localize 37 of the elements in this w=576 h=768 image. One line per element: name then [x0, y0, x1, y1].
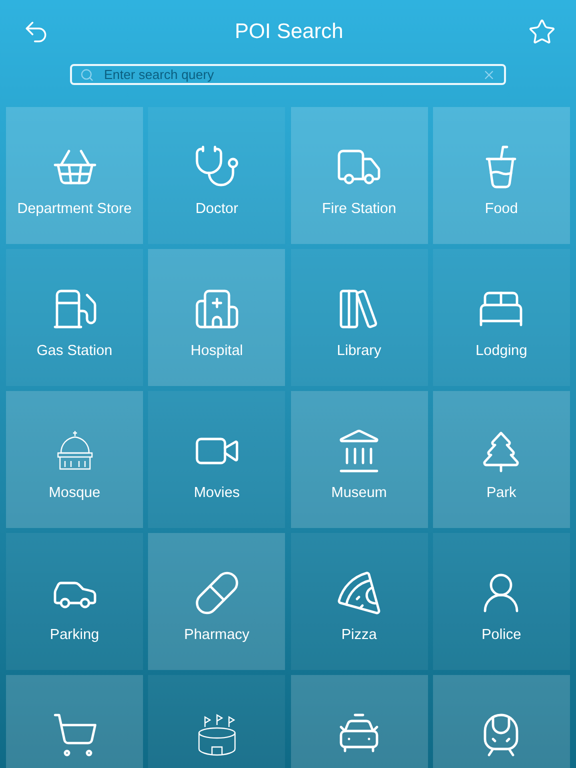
category-tile[interactable]: Pharmacy: [148, 533, 286, 670]
tile-label: Food: [484, 201, 518, 217]
tile-label: Fire Station: [322, 201, 396, 217]
screen-title: POI Search: [234, 20, 344, 44]
tile-label: Police: [482, 627, 522, 643]
tile-label: Mosque: [48, 485, 100, 501]
category-tile[interactable]: Parking: [6, 533, 143, 670]
search-field[interactable]: Enter search query: [70, 64, 506, 85]
category-tile[interactable]: Fire Station: [290, 107, 428, 244]
category-tile[interactable]: Gas Station: [6, 249, 143, 386]
category-tile[interactable]: Hospital: [148, 249, 286, 386]
category-tile[interactable]: Park: [432, 391, 570, 528]
category-tile[interactable]: Library: [290, 249, 428, 386]
category-tile[interactable]: Department Store: [6, 107, 143, 244]
category-tile[interactable]: Food: [432, 107, 570, 244]
tile-label: Department Store: [17, 201, 132, 217]
category-tile[interactable]: Pizza: [290, 533, 428, 670]
category-tile[interactable]: Mosque: [6, 391, 143, 528]
tile-label: Library: [336, 343, 382, 359]
tile-label: Parking: [50, 627, 100, 643]
category-tile[interactable]: Doctor: [148, 107, 286, 244]
tile-label: Hospital: [190, 343, 243, 359]
favorite-button[interactable]: [528, 18, 556, 46]
category-tile[interactable]: Movies: [148, 391, 286, 528]
category-tile[interactable]: Museum: [290, 391, 428, 528]
tile-label: Gas Station: [36, 343, 112, 359]
tile-label: Park: [486, 485, 516, 501]
tile-label: Pharmacy: [184, 627, 250, 643]
tile-label: Doctor: [195, 201, 238, 217]
tile-label: Pizza: [341, 627, 377, 643]
search-input[interactable]: Enter search query: [102, 66, 474, 83]
tile-label: Movies: [194, 485, 240, 501]
category-tile[interactable]: Lodging: [432, 249, 570, 386]
tile-label: Museum: [331, 485, 387, 501]
search-icon: [80, 68, 94, 82]
category-tile[interactable]: Police: [432, 533, 570, 670]
tile-label: Lodging: [476, 343, 528, 359]
